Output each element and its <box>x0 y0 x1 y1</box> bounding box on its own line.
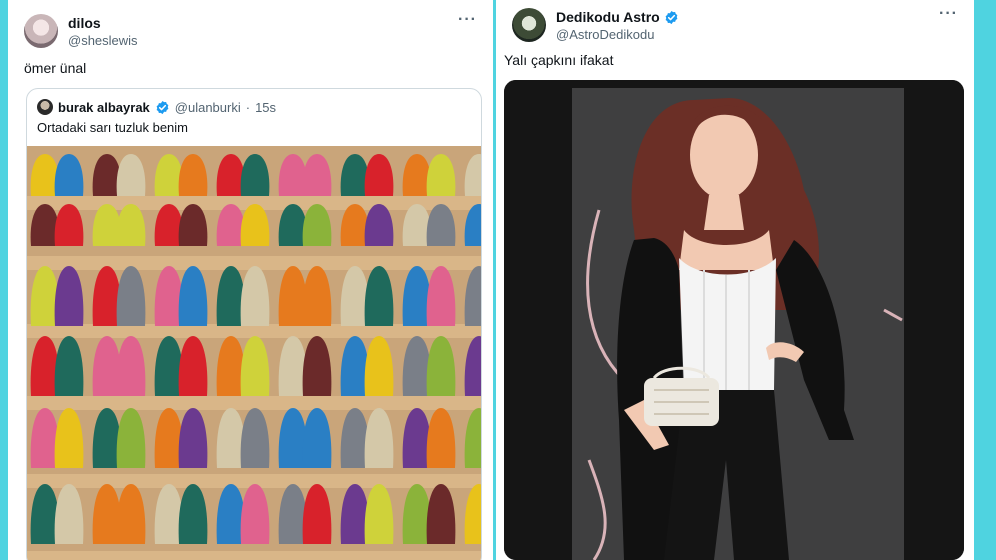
avatar[interactable] <box>37 99 53 115</box>
author-info: Dedikodu Astro @AstroDedikodu <box>556 8 679 44</box>
display-name[interactable]: Dedikodu Astro <box>556 8 660 26</box>
verified-badge-icon <box>156 100 169 114</box>
quoted-tweet-header: burak albayrak @ulanburki · 15s <box>37 98 276 116</box>
tweet-card-right[interactable]: Dedikodu Astro @AstroDedikodu ··· Yalı ç… <box>496 0 974 560</box>
separator-dot: · <box>245 99 251 115</box>
shelf <box>27 396 481 410</box>
tweet-header: Dedikodu Astro @AstroDedikodu ··· <box>512 6 958 46</box>
background-strip-right <box>974 0 996 560</box>
display-name[interactable]: dilos <box>68 14 138 32</box>
figurines-image <box>27 146 481 560</box>
more-options-icon[interactable]: ··· <box>939 6 958 22</box>
shelf <box>27 324 481 338</box>
background-strip-left <box>0 0 8 560</box>
quoted-tweet-text: Ortadaki sarı tuzluk benim <box>37 120 189 135</box>
tweet-card-left[interactable]: dilos @sheslewis ··· ömer ünal burak alb… <box>8 0 493 560</box>
shelf <box>27 551 481 560</box>
verified-badge-icon <box>665 10 678 24</box>
tweet-text: Yalı çapkını ifakat <box>504 52 614 68</box>
handle[interactable]: @ulanburki <box>175 100 241 115</box>
timestamp[interactable]: 15s <box>255 100 276 115</box>
avatar[interactable] <box>24 14 58 48</box>
more-options-icon[interactable]: ··· <box>458 12 477 28</box>
author-info: dilos @sheslewis <box>68 14 138 50</box>
tweet-text: ömer ünal <box>24 60 87 76</box>
tweet-header: dilos @sheslewis ··· <box>24 12 477 52</box>
red-carpet-image <box>504 80 964 560</box>
quoted-tweet[interactable]: burak albayrak @ulanburki · 15s Ortadaki… <box>26 88 482 560</box>
display-name[interactable]: burak albayrak <box>58 100 150 115</box>
handle[interactable]: @sheslewis <box>68 32 138 50</box>
hugging-figurines-photo[interactable] <box>27 146 481 560</box>
red-carpet-photo[interactable] <box>504 80 964 560</box>
handle[interactable]: @AstroDedikodu <box>556 26 679 44</box>
avatar[interactable] <box>512 8 546 42</box>
display-name-row: Dedikodu Astro <box>556 8 679 26</box>
